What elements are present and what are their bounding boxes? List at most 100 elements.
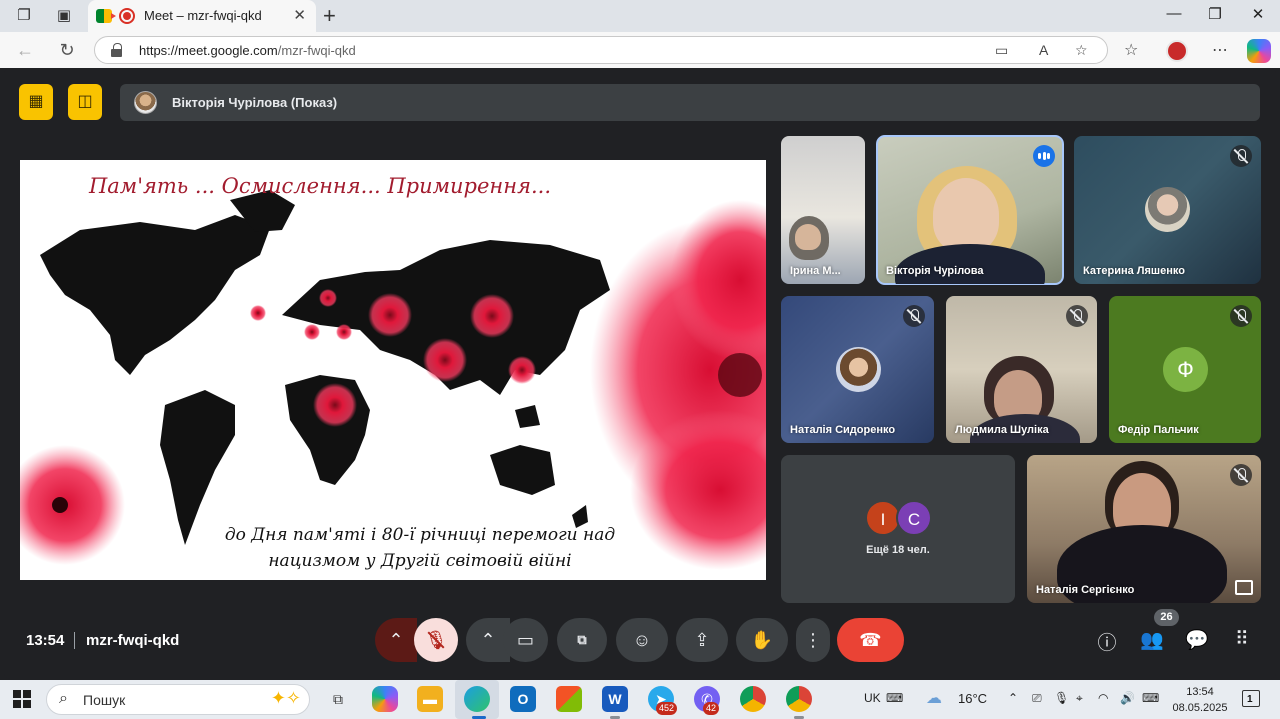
camera-toggle-button[interactable]: ▭ (503, 618, 548, 662)
input-language[interactable]: UK (864, 691, 881, 705)
raise-hand-button[interactable]: ✋ (736, 618, 788, 662)
search-placeholder: Пошук (83, 692, 126, 708)
more-options-button[interactable]: ⋮ (796, 618, 830, 662)
tab-title: Meet – mzr-fwqi-qkd (144, 8, 262, 23)
minimize-icon[interactable]: — (1164, 5, 1184, 22)
activities-apps-icon[interactable]: ⠿ (1230, 628, 1254, 651)
participant-body (895, 244, 1045, 284)
windows-start-icon[interactable] (13, 690, 31, 708)
telegram-unread-badge: 452 (656, 702, 678, 715)
tab-actions-icon[interactable]: ▣ (54, 6, 74, 26)
refresh-icon[interactable]: ↻ (56, 40, 78, 61)
word-icon[interactable]: W (602, 686, 628, 712)
participant-tile[interactable]: Наталія Сидоренко (781, 296, 934, 443)
participant-name: Ірина М... (790, 265, 841, 277)
meeting-code: mzr-fwqi-qkd (86, 632, 180, 649)
chrome-icon[interactable] (740, 686, 766, 712)
mic-off-icon (1066, 305, 1088, 327)
url-text[interactable]: https://meet.google.com/mzr-fwqi-qkd (139, 43, 356, 58)
more-participants-tile[interactable]: I C Ещё 18 чел. (781, 455, 1015, 603)
touch-keyboard-icon[interactable]: ⌨ (1142, 691, 1159, 705)
volume-icon[interactable]: 🔊 (1120, 691, 1135, 705)
leave-call-button[interactable]: ☎ (837, 618, 904, 662)
show-hidden-icons[interactable]: ⌃ (1008, 691, 1018, 705)
participant-name: Катерина Ляшенко (1083, 265, 1185, 277)
present-screen-icon: ⇪ (694, 630, 710, 650)
chrome-profile-icon[interactable] (786, 686, 812, 712)
meeting-info-icon[interactable]: ⓘ (1095, 628, 1119, 655)
participant-name: Вікторія Чурілова (886, 265, 984, 277)
chevron-up-icon: ⌃ (480, 630, 496, 650)
edge-browser-icon[interactable] (464, 686, 490, 712)
presenter-avatar (134, 91, 157, 114)
participant-face (795, 224, 821, 250)
present-now-button[interactable]: ⇪ (676, 618, 728, 662)
hand-icon: ✋ (750, 630, 774, 650)
location-icon[interactable]: ⌖ (1076, 691, 1083, 706)
participant-name: Людмила Шуліка (955, 424, 1049, 436)
emoji-icon: ☺ (632, 630, 652, 650)
participant-tile[interactable]: Людмила Шуліка (946, 296, 1097, 443)
favorites-icon[interactable]: ☆ (1124, 40, 1138, 60)
audio-options-button[interactable]: ⌃ (375, 618, 417, 662)
mic-toggle-button[interactable]: 🎙 (414, 618, 458, 662)
mic-off-icon (1230, 145, 1252, 167)
participant-tile[interactable]: Ф Федір Пальчик (1109, 296, 1261, 443)
usb-icon[interactable]: ⎚ (1032, 691, 1042, 706)
wifi-icon[interactable]: ◠ (1098, 691, 1108, 705)
picture-in-picture-icon[interactable] (1235, 580, 1253, 595)
participant-tile[interactable]: Ірина М... (781, 136, 865, 284)
mic-off-icon (1230, 464, 1252, 486)
camera-site-icon[interactable]: ▭ (995, 42, 1008, 59)
meeting-time: 13:54 (26, 632, 65, 649)
microsoft-store-icon[interactable] (556, 686, 582, 712)
people-icon[interactable]: 👥 (1140, 628, 1164, 652)
videocam-icon: ▭ (516, 630, 534, 650)
lock-icon[interactable] (111, 43, 122, 57)
participant-name: Наталія Сергієнко (1036, 584, 1135, 596)
chat-icon[interactable]: 💬 (1185, 628, 1209, 652)
participant-tile[interactable]: Катерина Ляшенко (1074, 136, 1261, 284)
participant-initial-avatar: C (896, 500, 932, 536)
participant-tile[interactable]: Наталія Сергієнко (1027, 455, 1261, 603)
back-icon[interactable]: ← (14, 40, 36, 61)
system-clock[interactable]: 13:54 08.05.2025 (1170, 684, 1230, 716)
close-window-icon[interactable]: ✕ (1248, 5, 1268, 23)
profile-icon[interactable] (1166, 40, 1188, 62)
copilot-icon[interactable] (1247, 39, 1271, 63)
reactions-button[interactable]: ☺ (616, 618, 668, 662)
outlook-icon[interactable]: O (510, 686, 536, 712)
activities-icon[interactable]: ◫ (68, 84, 102, 120)
weather-cloud-icon[interactable]: ☁ (926, 688, 942, 708)
captions-button[interactable]: ⧉ (557, 618, 607, 662)
weather-temp[interactable]: 16°C (958, 691, 987, 706)
workspaces-icon[interactable]: ❐ (14, 6, 34, 26)
keyboard-icon[interactable]: ⌨ (886, 691, 903, 705)
slide-artwork (20, 190, 766, 570)
favorite-star-icon[interactable]: ☆ (1075, 42, 1088, 59)
maximize-icon[interactable]: ❐ (1205, 5, 1225, 23)
slide-title: Пам'ять ... Осмислення... Примирення... (88, 174, 552, 198)
participant-count-badge: 26 (1154, 609, 1179, 626)
more-icon[interactable]: ⋯ (1212, 40, 1228, 60)
browser-tab-meet[interactable]: Meet – mzr-fwqi-qkd ✕ (88, 0, 316, 32)
task-view-icon[interactable]: ⧉ (325, 686, 351, 712)
clock-date: 08.05.2025 (1172, 702, 1228, 714)
participant-tile-speaking[interactable]: Вікторія Чурілова (876, 135, 1064, 285)
new-tab-button[interactable]: + (323, 3, 336, 29)
presenter-label: Вікторія Чурілова (Показ) (172, 95, 338, 110)
notification-count: 1 (1247, 694, 1253, 705)
tab-close-icon[interactable]: ✕ (293, 6, 306, 24)
address-bar-row: ← ↻ https://meet.google.com/mzr-fwqi-qkd… (0, 32, 1280, 68)
participant-face (933, 178, 999, 252)
taskbar-search[interactable]: ⌕ Пошук ✦✧ (46, 684, 310, 715)
microphone-icon[interactable]: 🎙 (1054, 691, 1069, 705)
url-bar[interactable]: https://meet.google.com/mzr-fwqi-qkd ▭ A… (94, 36, 1108, 64)
windows-taskbar: ⌕ Пошук ✦✧ ⧉ ▬ O W ➤ 452 ✆ 42 UK ⌨ ☁ 16°… (0, 680, 1280, 719)
read-aloud-icon[interactable]: A (1039, 42, 1048, 58)
presentation-layout-icon[interactable]: ▦ (19, 84, 53, 120)
copilot-app-icon[interactable] (372, 686, 398, 712)
file-explorer-icon[interactable]: ▬ (417, 686, 443, 712)
participant-avatar (1145, 187, 1190, 232)
mic-off-icon (1230, 305, 1252, 327)
